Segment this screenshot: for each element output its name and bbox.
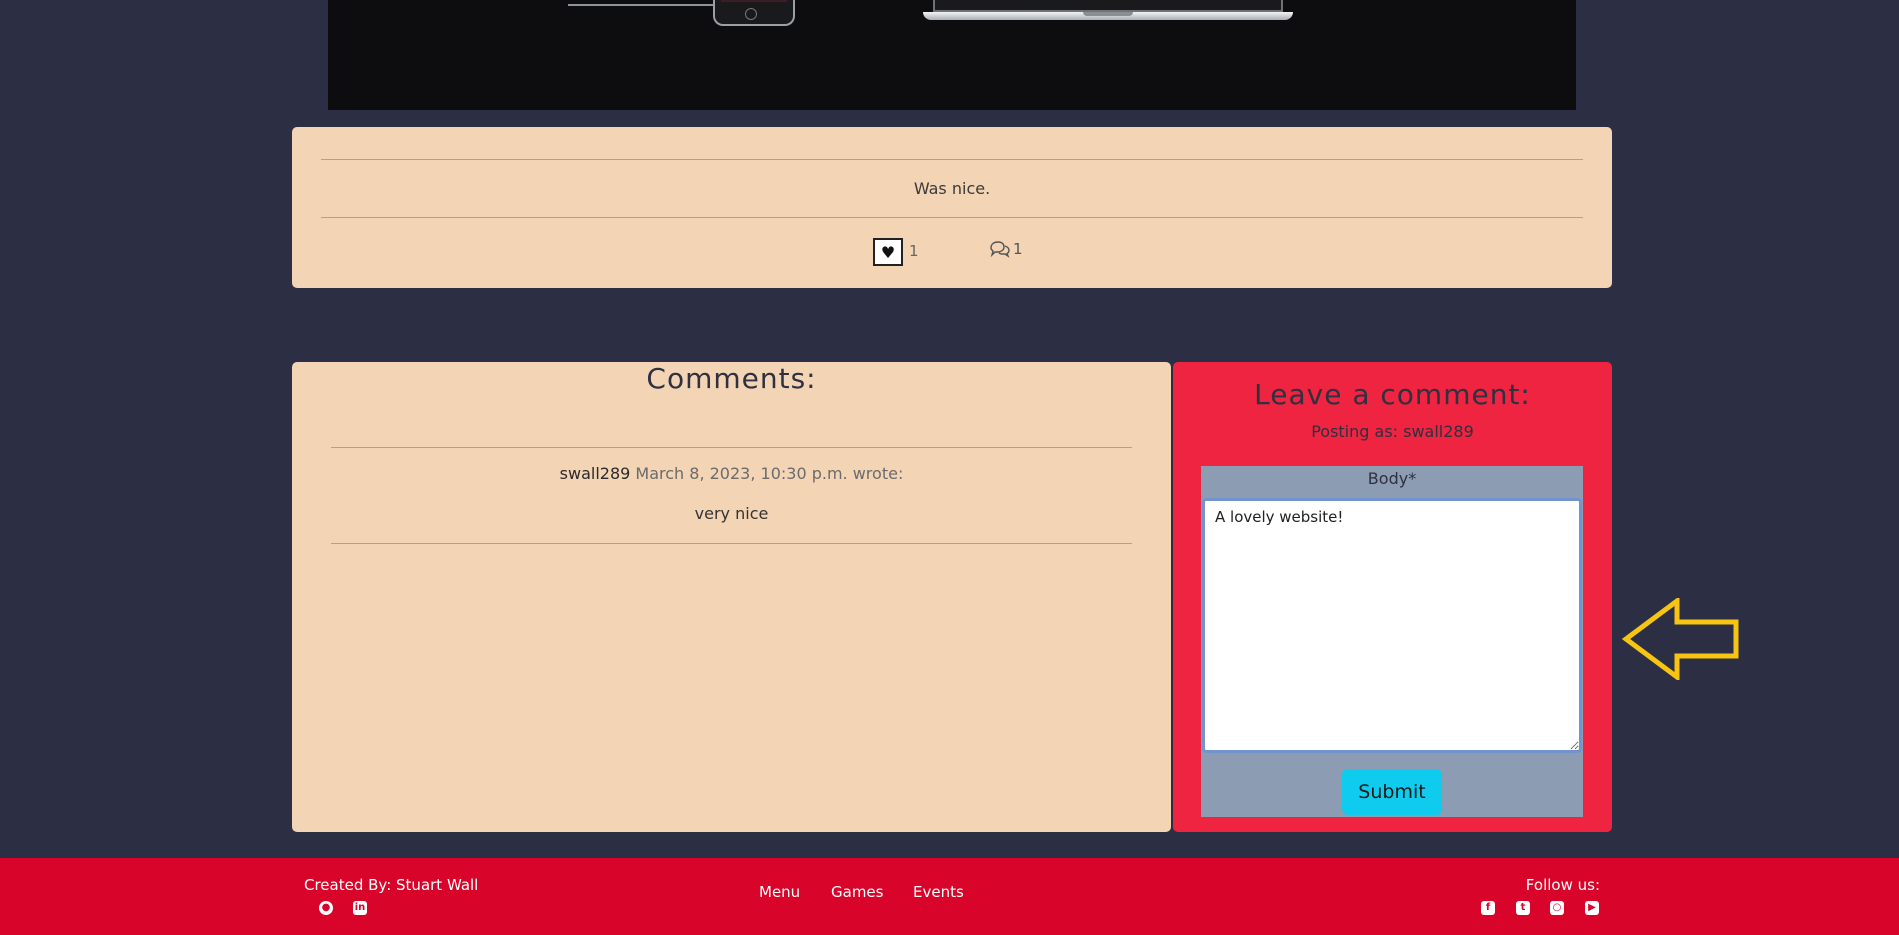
submit-button[interactable]: Submit (1342, 769, 1442, 815)
twitter-icon[interactable]: t (1516, 901, 1530, 915)
divider (321, 217, 1583, 218)
youtube-icon[interactable]: ▶ (1585, 901, 1599, 915)
pointer-arrow-icon (1622, 598, 1739, 680)
posting-as-text: Posting as: swall289 (1311, 422, 1474, 441)
github-icon[interactable]: ● (319, 901, 333, 915)
footer: Created By: Stuart Wall ● in Menu Games … (0, 858, 1899, 935)
linkedin-icon[interactable]: in (353, 901, 367, 915)
tablet-graphic (568, 0, 720, 6)
divider (331, 543, 1132, 544)
like-count: 1 (909, 242, 919, 260)
phone-graphic (713, 0, 795, 26)
leave-comment-panel: Leave a comment: Posting as: swall289 Bo… (1173, 362, 1612, 832)
divider (331, 447, 1132, 448)
nav-games-link[interactable]: Games (831, 883, 883, 901)
heart-icon: ♥ (880, 242, 896, 262)
post-content: Was nice. (913, 179, 991, 198)
comment-meta: swall289 March 8, 2023, 10:30 p.m. wrote… (292, 464, 1171, 483)
comment-form: Body* A lovely website! Submit (1201, 466, 1583, 817)
leave-comment-title: Leave a comment: (1254, 378, 1531, 411)
post-image (328, 0, 1576, 110)
comments-title: Comments: (646, 362, 817, 395)
comment-date: March 8, 2023, 10:30 p.m. (635, 464, 848, 483)
comment-wrote: wrote: (852, 464, 904, 483)
like-button[interactable]: ♥ (873, 238, 903, 266)
comment-count-stat: 1 (989, 240, 1023, 258)
comments-icon (990, 241, 1010, 258)
instagram-icon[interactable]: ○ (1550, 901, 1564, 915)
comments-panel: Comments: swall289 March 8, 2023, 10:30 … (292, 362, 1171, 832)
body-label: Body* (1367, 469, 1417, 488)
nav-menu-link[interactable]: Menu (759, 883, 800, 901)
comment-author: swall289 (559, 464, 631, 483)
comment-body: very nice (694, 504, 769, 523)
comment-count: 1 (1013, 240, 1023, 258)
created-by: Created By: Stuart Wall (304, 876, 479, 894)
nav-events-link[interactable]: Events (913, 883, 964, 901)
follow-us: Follow us: (1525, 876, 1600, 894)
comment-body-input[interactable]: A lovely website! (1202, 498, 1582, 753)
laptop-graphic (923, 0, 1293, 25)
divider (321, 159, 1583, 160)
facebook-icon[interactable]: f (1481, 901, 1495, 915)
post-card: Was nice. ♥ 1 1 (292, 127, 1612, 288)
